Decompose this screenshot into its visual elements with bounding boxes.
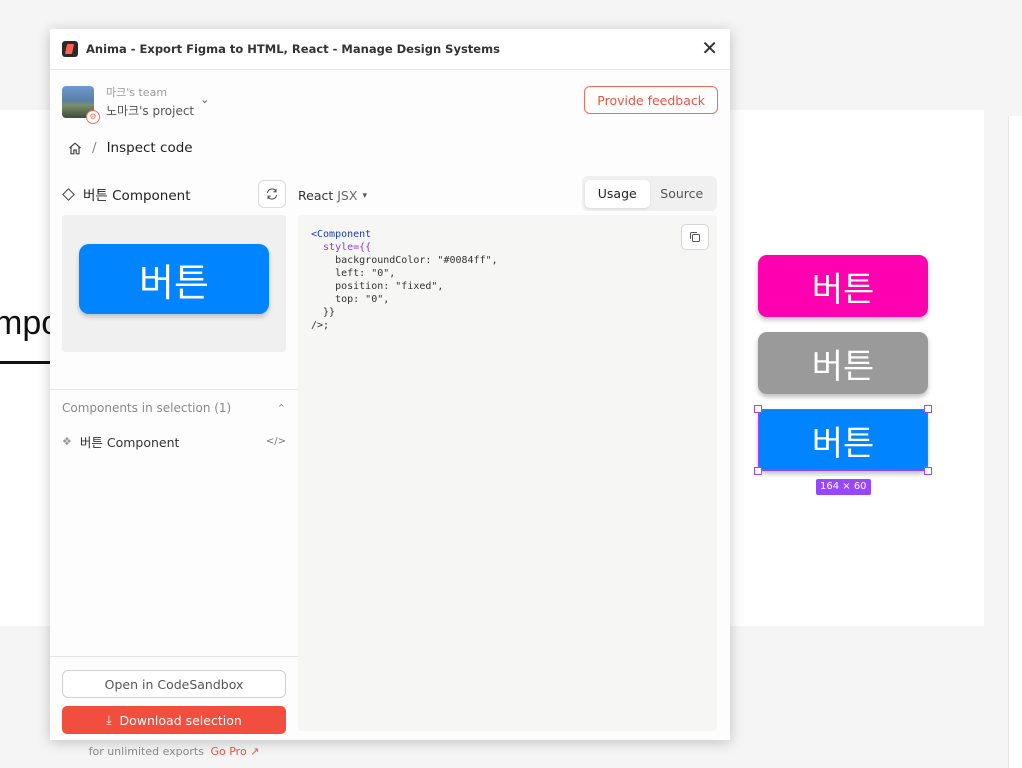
team-switcher[interactable]: ⚙ 마크's team 노마크's project ⌄: [62, 84, 209, 124]
team-name: 마크's team: [106, 86, 168, 99]
breadcrumb: / Inspect code: [68, 140, 193, 156]
close-icon[interactable]: ✕: [701, 39, 718, 59]
anima-logo-icon: [62, 41, 78, 57]
provide-feedback-button[interactable]: Provide feedback: [584, 86, 718, 114]
code-panel[interactable]: <Component style={{ backgroundColor: "#0…: [298, 215, 717, 731]
framework-variant: JSX: [337, 188, 358, 203]
resize-handle-br[interactable]: [924, 467, 932, 475]
canvas-right-frame: [1008, 116, 1022, 768]
components-in-selection-header[interactable]: Components in selection (1) ⌃: [62, 401, 286, 415]
copy-icon: [690, 232, 700, 242]
go-pro-link[interactable]: Go Pro ↗: [210, 745, 259, 758]
copy-button[interactable]: [681, 224, 709, 250]
selection-outline: [758, 409, 928, 471]
code-block: <Component style={{ backgroundColor: "#0…: [311, 228, 498, 332]
gopro-text: for unlimited exports: [88, 745, 204, 758]
settings-gear-icon: ⚙: [86, 109, 100, 124]
code-icon[interactable]: </>: [266, 436, 286, 447]
code-line: style={{: [311, 242, 372, 253]
project-name: 노마크's project: [106, 104, 195, 118]
framework-selector[interactable]: React JSX ▾: [298, 188, 367, 203]
chevron-up-icon[interactable]: ⌃: [277, 402, 286, 415]
list-item-label: 버튼 Component: [79, 435, 180, 450]
code-line: backgroundColor: "#0084ff",: [311, 255, 498, 266]
external-link-icon: ↗: [250, 745, 260, 758]
plugin-title: Anima - Export Figma to HTML, React - Ma…: [86, 42, 500, 56]
team-text: 마크's team 노마크's project: [106, 84, 194, 119]
canvas-underline: [0, 361, 56, 364]
code-line: left: "0",: [311, 268, 396, 279]
framework-name: React: [298, 188, 334, 203]
preview-button: 버튼: [79, 244, 269, 314]
component-title: 버튼 Component: [83, 188, 191, 204]
code-line: }}: [311, 307, 336, 318]
resize-handle-bl[interactable]: [754, 467, 762, 475]
code-line: position: "fixed",: [311, 281, 444, 292]
usage-source-tabs: Usage Source: [582, 176, 717, 211]
breadcrumb-separator: /: [92, 140, 97, 156]
chevron-down-icon[interactable]: ⌄: [200, 93, 209, 106]
tab-usage[interactable]: Usage: [585, 179, 650, 208]
download-label: Download selection: [119, 712, 242, 728]
resize-handle-tr[interactable]: [924, 405, 932, 413]
go-pro-label: Go Pro: [210, 745, 247, 758]
resize-handle-tl[interactable]: [754, 405, 762, 413]
chevron-down-icon: ▾: [362, 190, 367, 201]
breadcrumb-current: Inspect code: [106, 140, 193, 156]
component-diamond-icon: [62, 187, 75, 201]
divider: [50, 389, 298, 390]
component-header: 버튼 Component: [62, 180, 286, 208]
component-preview: 버튼: [62, 215, 286, 352]
download-icon: ⤓: [106, 712, 112, 727]
component-icon: ❖: [62, 435, 72, 448]
selection-size-badge: 164 × 60: [816, 479, 871, 495]
anima-plugin-window: Anima - Export Figma to HTML, React - Ma…: [50, 29, 730, 758]
list-item[interactable]: ❖ 버튼 Component </>: [62, 432, 286, 451]
plugin-titlebar: Anima - Export Figma to HTML, React - Ma…: [50, 29, 730, 70]
open-in-codesandbox-button[interactable]: Open in CodeSandbox: [62, 670, 286, 698]
canvas-button-gray[interactable]: 버튼: [758, 332, 928, 394]
home-icon[interactable]: [68, 142, 82, 155]
code-line: <Component: [311, 229, 372, 240]
plugin-body: ⚙ 마크's team 노마크's project ⌄ Provide feed…: [50, 70, 730, 758]
code-line: top: "0",: [311, 294, 390, 305]
download-selection-button[interactable]: ⤓ Download selection: [62, 706, 286, 734]
tab-source[interactable]: Source: [650, 180, 715, 208]
canvas-button-pink[interactable]: 버튼: [758, 255, 928, 317]
divider: [50, 656, 298, 657]
avatar: ⚙: [62, 85, 100, 124]
sync-button[interactable]: [258, 180, 286, 208]
sync-icon: [266, 188, 278, 200]
gopro-note: for unlimited exports Go Pro ↗: [62, 745, 286, 758]
code-line: />;: [311, 320, 330, 331]
selection-header-label: Components in selection (1): [62, 401, 232, 415]
